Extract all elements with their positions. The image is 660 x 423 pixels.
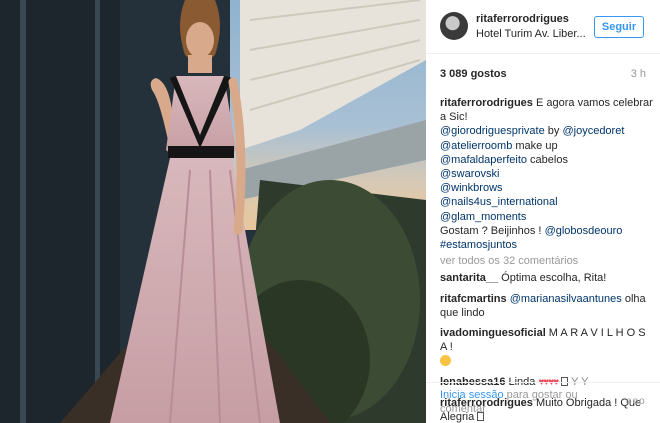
caption-mention[interactable]: @winkbrows — [440, 182, 503, 194]
smile-emoji-icon — [440, 355, 451, 367]
post-header: ritaferrorodrigues Hotel Turim Av. Liber… — [426, 0, 660, 54]
post-footer: Inicia sessão para gostar ou comentar oo… — [426, 382, 660, 423]
caption-credit: @glam_moments — [440, 210, 648, 224]
post-sidebar: ritaferrorodrigues Hotel Turim Av. Liber… — [426, 0, 660, 423]
caption-mention[interactable]: @giorodriguesprivate — [440, 125, 545, 137]
caption-mention[interactable]: @globosdeouro — [545, 225, 623, 237]
login-link[interactable]: Inicia sessão — [440, 389, 504, 401]
likes-row: 3 089 gostos 3 h — [440, 68, 646, 82]
caption-credit: @mafaldaperfeito cabelos — [440, 153, 648, 167]
caption-credit-text: by — [544, 125, 563, 138]
caption-hashtag-line: #estamosjuntos — [440, 238, 648, 252]
caption-mention[interactable]: @nails4us_international — [440, 196, 558, 208]
view-all-comments-link[interactable]: ver todos os 32 comentários — [440, 254, 648, 268]
caption-credit: @atelierroomb make up — [440, 139, 648, 153]
caption-mention[interactable]: @glam_moments — [440, 211, 526, 223]
follow-button[interactable]: Seguir — [594, 16, 644, 38]
caption-mention[interactable]: @swarovski — [440, 168, 499, 180]
comments-list: ritaferrorodrigues E agora vamos celebra… — [440, 96, 653, 423]
comment-username[interactable]: ritafcmartins — [440, 293, 507, 305]
comment-item: santarita__ Óptima escolha, Rita! — [440, 271, 648, 285]
likes-count[interactable]: 3 089 gostos — [440, 68, 507, 80]
post-location[interactable]: Hotel Turim Av. Liber... — [476, 28, 586, 40]
caption-credit: @giorodriguesprivate by @joycedoret — [440, 124, 648, 138]
caption-mention[interactable]: @atelierroomb — [440, 140, 512, 152]
more-options-icon[interactable]: ooo — [626, 396, 646, 407]
caption-username[interactable]: ritaferrorodrigues — [440, 97, 533, 109]
caption-credit: @winkbrows — [440, 181, 648, 195]
comment-item: ivadominguesoficial M A R A V I L H O S … — [440, 326, 648, 369]
caption-credit-text: cabelos — [527, 153, 568, 166]
comment-text: Óptima escolha, Rita! — [498, 272, 607, 285]
caption-credit: @nails4us_international — [440, 195, 648, 209]
caption-mention[interactable]: @mafaldaperfeito — [440, 154, 527, 166]
comment-username[interactable]: ivadominguesoficial — [440, 327, 546, 339]
caption-closing-text: Gostam ? Beijinhos ! — [440, 224, 545, 237]
comment-username[interactable]: santarita__ — [440, 272, 498, 284]
caption-text: E agora vamos celebrar — [535, 97, 653, 109]
photo-image — [0, 0, 426, 423]
caption-first-line: ritaferrorodrigues E agora vamos celebra… — [440, 96, 653, 110]
caption-mention[interactable]: @joycedoret — [562, 125, 624, 137]
caption-credit-text: make up — [512, 139, 558, 152]
comment-mention[interactable]: @marianasilvaantunes — [507, 293, 622, 305]
avatar[interactable] — [440, 12, 468, 40]
comment-item: ritafcmartins @marianasilvaantunes olha … — [440, 292, 648, 320]
caption-text-line2: a Sic! — [440, 111, 468, 124]
post-age[interactable]: 3 h — [631, 68, 646, 80]
post-photo[interactable] — [0, 0, 426, 423]
login-prompt: Inicia sessão para gostar ou comentar — [440, 388, 610, 416]
author-username[interactable]: ritaferrorodrigues — [476, 13, 569, 25]
caption-closing: Gostam ? Beijinhos ! @globosdeouro — [440, 224, 648, 238]
caption-hashtag[interactable]: #estamosjuntos — [440, 239, 517, 251]
caption-credit: @swarovski — [440, 167, 648, 181]
